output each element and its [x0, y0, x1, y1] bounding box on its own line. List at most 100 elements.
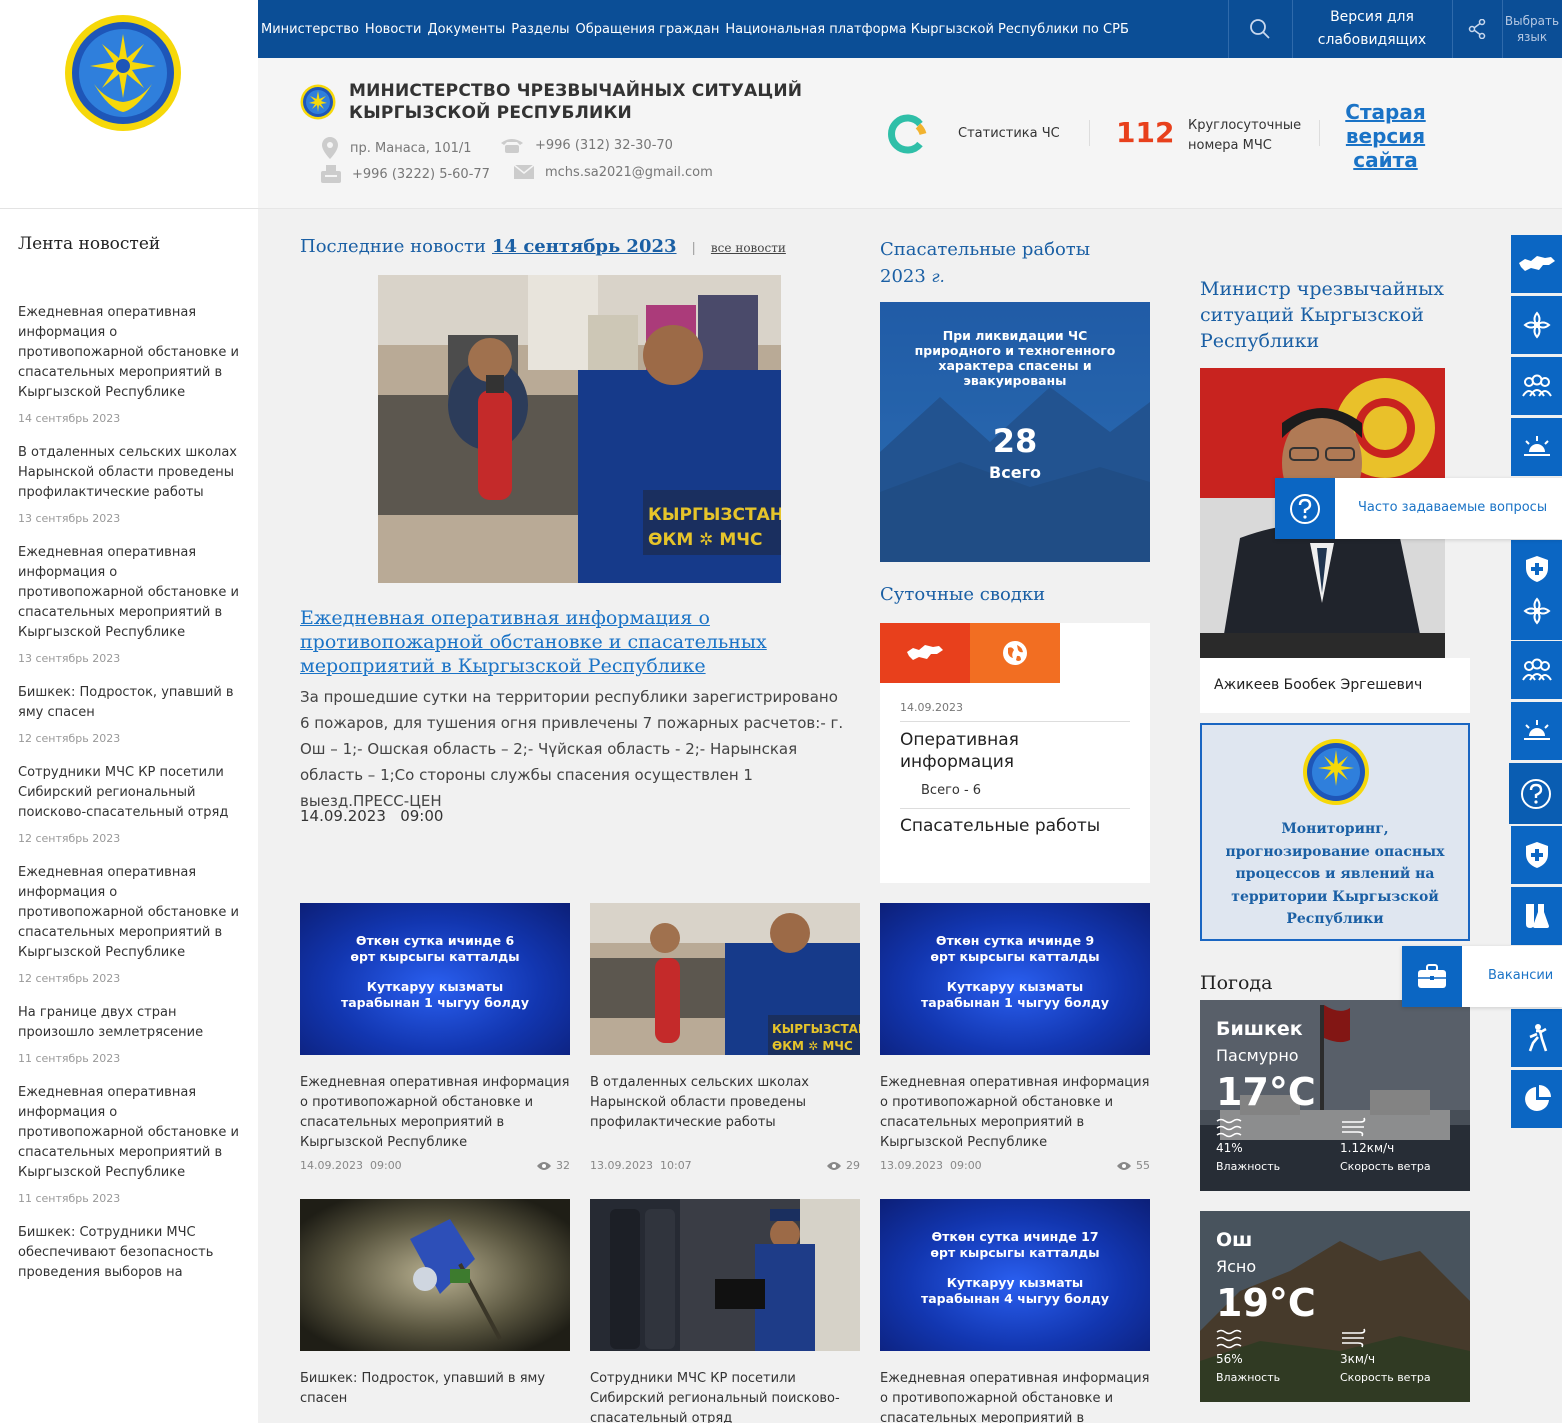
faq-popout[interactable]: Часто задаваемые вопросы [1275, 478, 1562, 539]
top-navigation: Министерство Новости Документы Разделы О… [258, 0, 1562, 58]
news-card-title: Сотрудники МЧС КР посетили Сибирский рег… [590, 1371, 840, 1423]
news-card[interactable]: Өткөн сутка ичинде 6 өрт кырсыгы катталд… [300, 903, 570, 1172]
rail-button-map[interactable] [1511, 235, 1562, 293]
news-card-image: Өткөн сутка ичинде 17 өрт кырсыгы каттал… [880, 1199, 1150, 1351]
people-icon [1521, 374, 1552, 397]
rescue-works-link[interactable]: Спасательные работы [900, 816, 1100, 836]
ornament-icon [1522, 311, 1551, 339]
emergency-stats-icon[interactable] [887, 114, 927, 154]
weather-city: Бишкек [1216, 1018, 1303, 1040]
feed-item[interactable]: Ежедневная оперативная информация о прот… [18, 1083, 240, 1205]
low-vision-label-2: слабовидящих [1317, 32, 1427, 48]
mail-icon [513, 164, 535, 179]
main-news-title[interactable]: Ежедневная оперативная информация о прот… [300, 606, 840, 678]
humidity-icon [1216, 1118, 1242, 1138]
rail-button-statistics[interactable] [1511, 1070, 1562, 1128]
lang-label-1: Выбрать [1504, 14, 1560, 28]
latest-news-date[interactable]: 14 сентябрь 2023 [492, 236, 677, 257]
main-news-datetime: 14.09.2023 09:00 [300, 807, 443, 825]
main-news-date: 14.09.2023 [300, 807, 386, 825]
vacancies-popout[interactable]: Вакансии [1402, 946, 1562, 1007]
eye-icon [827, 1161, 841, 1170]
news-card-image [300, 1199, 570, 1351]
news-card[interactable]: Сотрудники МЧС КР посетили Сибирский рег… [590, 1199, 860, 1423]
feed-item[interactable]: Бишкек: Подросток, упавший в яму спасен 1… [18, 683, 240, 745]
rail-button-sunrise[interactable] [1511, 418, 1562, 476]
search-button[interactable] [1228, 0, 1292, 58]
weather-wind-label: Скорость ветра [1340, 1160, 1431, 1173]
nav-item-documents[interactable]: Документы [424, 22, 508, 37]
language-select-button[interactable]: Выбрать язык [1502, 0, 1562, 58]
rail-button-people[interactable] [1511, 357, 1562, 415]
rail-button-ornament[interactable] [1511, 296, 1562, 354]
news-card-views: 55 [1136, 1159, 1150, 1172]
ministry-emblem-logo[interactable] [64, 14, 182, 132]
monitoring-banner[interactable]: Мониторинг, прогнозирование опасных проц… [1200, 723, 1470, 941]
vacancies-popout-label: Вакансии [1488, 968, 1554, 983]
news-card-image: Өткөн сутка ичинде 6 өрт кырсыгы катталд… [300, 903, 570, 1055]
feed-item-title: Бишкек: Сотрудники МЧС обеспечивают безо… [18, 1225, 214, 1280]
nav-item-national-platform[interactable]: Национальная платформа Кыргызской Респуб… [722, 22, 1132, 37]
news-card[interactable]: КЫРГЫЗСТАН ӨКМ ✲ МЧС В отдаленных сельск… [590, 903, 860, 1172]
header-emblem-logo[interactable] [300, 84, 336, 120]
weather-card-osh: Ош Ясно 19°C 56% Влажность 3км/ч Скорост… [1200, 1211, 1470, 1402]
slide-text-line1: Өткөн сутка ичинде 9 өрт кырсыгы катталд… [930, 933, 1100, 964]
eye-icon [537, 1161, 551, 1170]
news-card-title: Ежедневная оперативная информация о прот… [880, 1075, 1150, 1150]
emergency-stats-link[interactable]: Статистика ЧС [958, 126, 1060, 141]
question-icon [1290, 493, 1320, 524]
lab-flask-icon [1525, 904, 1549, 928]
location-pin-icon [322, 137, 338, 159]
news-card[interactable]: Өткөн сутка ичинде 17 өрт кырсыгы каттал… [880, 1199, 1150, 1423]
address-row: пр. Манаса, 101/1 [320, 136, 472, 160]
phone-text: +996 (312) 32-30-70 [535, 137, 673, 153]
share-icon [1468, 19, 1486, 39]
nav-item-ministry[interactable]: Министерство [258, 22, 362, 37]
all-news-link[interactable]: все новости [711, 241, 786, 255]
feed-item-title: В отдаленных сельских школах Нарынской о… [18, 445, 237, 500]
rail-button-sunrise[interactable] [1511, 702, 1562, 760]
rail-button-ornament[interactable] [1511, 582, 1562, 640]
news-card-time: 09:00 [949, 1159, 982, 1172]
feed-item[interactable]: Бишкек: Сотрудники МЧС обеспечивают безо… [18, 1223, 240, 1283]
news-card[interactable]: Бишкек: Подросток, упавший в яму спасен [300, 1199, 570, 1423]
old-site-link[interactable]: Старая версия сайта [1338, 100, 1433, 172]
feed-item[interactable]: Ежедневная оперативная информация о прот… [18, 543, 240, 665]
email-row: mchs.sa2021@gmail.com [513, 164, 713, 180]
rail-button-people[interactable] [1511, 641, 1562, 699]
feed-item-date: 11 сентябрь 2023 [18, 1192, 121, 1205]
low-vision-version-button[interactable]: Версия для слабовидящих [1292, 0, 1452, 58]
feed-item[interactable]: Ежедневная оперативная информация о прот… [18, 863, 240, 985]
feed-item-date: 12 сентябрь 2023 [18, 732, 121, 745]
emergency-number[interactable]: 112 [1116, 116, 1174, 149]
nav-item-appeals[interactable]: Обращения граждан [573, 22, 723, 37]
operational-info-link[interactable]: Оперативная информация [900, 729, 1060, 773]
nav-item-sections[interactable]: Разделы [508, 22, 572, 37]
rail-button-lab[interactable] [1511, 887, 1562, 945]
rescue-stats-count: 28 [992, 422, 1038, 460]
latest-news-label: Последние новости [300, 236, 486, 257]
share-button[interactable] [1452, 0, 1502, 58]
main-news-time: 09:00 [400, 807, 444, 825]
main-news-photo[interactable]: КЫРГЫЗСТАН ӨКМ ✲ МЧС [378, 275, 781, 583]
emergency-label-line2: номера МЧС [1188, 138, 1272, 153]
globe-icon [1003, 641, 1027, 665]
nav-item-news[interactable]: Новости [362, 22, 425, 37]
feed-item[interactable]: На границе двух стран произошло землетря… [18, 1003, 240, 1065]
news-card[interactable]: Өткөн сутка ичинде 9 өрт кырсыгы катталд… [880, 903, 1150, 1172]
heading-separator: | [691, 241, 696, 256]
photo-badge-line1: КЫРГЫЗСТАН [648, 505, 781, 525]
feed-item[interactable]: В отдаленных сельских школах Нарынской о… [18, 443, 240, 525]
rail-button-shield[interactable] [1511, 826, 1562, 884]
weather-condition: Пасмурно [1216, 1046, 1299, 1065]
feed-item-title: Сотрудники МЧС КР посетили Сибирский рег… [18, 765, 229, 820]
kyrgyzstan-map-icon [1518, 256, 1555, 271]
feed-item[interactable]: Сотрудники МЧС КР посетили Сибирский рег… [18, 763, 240, 845]
rail-button-faq[interactable] [1509, 763, 1562, 824]
tab-kyrgyzstan[interactable] [880, 623, 970, 683]
tab-world[interactable] [970, 623, 1060, 683]
rail-button-climber[interactable] [1511, 1009, 1562, 1067]
rescue-stats-box[interactable]: При ликвидации ЧС природного и техногенн… [880, 302, 1150, 562]
news-feed-list: Ежедневная оперативная информация о прот… [18, 303, 240, 1301]
feed-item[interactable]: Ежедневная оперативная информация о прот… [18, 303, 240, 425]
